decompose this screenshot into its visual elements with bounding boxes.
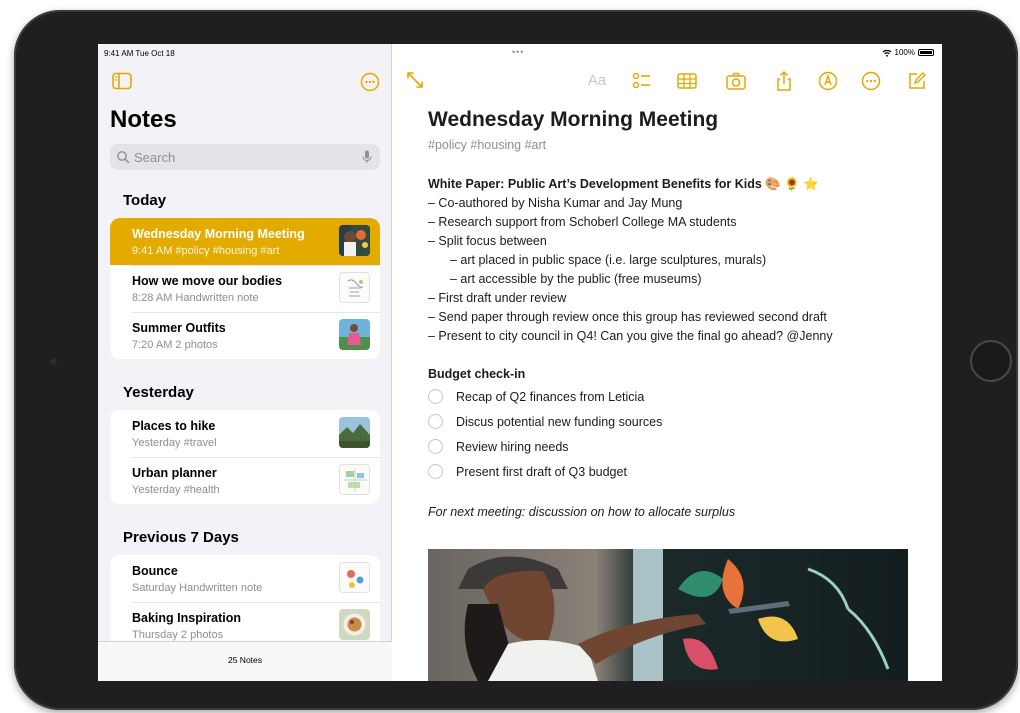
notes-sidebar: Notes Search Today Wednesday Morning Mee… — [98, 44, 392, 681]
note-row-subtitle: Thursday 2 photos — [132, 629, 224, 641]
more-icon[interactable] — [860, 70, 882, 92]
search-placeholder: Search — [134, 150, 176, 165]
note-row-subtitle: Saturday Handwritten note — [132, 582, 263, 594]
status-time: 9:41 AM Tue Oct 18 — [104, 49, 175, 58]
note-row-wednesday-meeting[interactable]: Wednesday Morning Meeting 9:41 AM #polic… — [110, 218, 380, 265]
note-thumbnail-landscape — [339, 417, 370, 448]
checklist-item[interactable]: Recap of Q2 finances from Leticia — [456, 390, 644, 404]
markup-icon[interactable] — [817, 70, 839, 92]
section-heading-previous-7-days: Previous 7 Days — [123, 529, 239, 546]
home-button[interactable] — [970, 340, 1012, 382]
share-icon[interactable] — [773, 70, 795, 92]
checklist-item[interactable]: Review hiring needs — [456, 440, 569, 454]
note-title[interactable]: Wednesday Morning Meeting — [428, 108, 718, 132]
compose-icon[interactable] — [906, 70, 928, 92]
note-row-title: Wednesday Morning Meeting — [132, 227, 305, 241]
checklist-item[interactable]: Discus potential new funding sources — [456, 415, 662, 429]
format-icon[interactable]: Aa — [586, 70, 608, 92]
section-heading-yesterday: Yesterday — [123, 384, 194, 401]
note-thumbnail-outfit — [339, 319, 370, 350]
checklist-item[interactable]: Present first draft of Q3 budget — [456, 465, 627, 479]
checklist-checkbox[interactable] — [428, 464, 443, 479]
search-icon — [117, 151, 130, 164]
section-heading-today: Today — [123, 192, 167, 209]
note-editor: Aa Wednesday Morning Meeting #policy #ho… — [392, 44, 942, 681]
note-row-title: Places to hike — [132, 419, 216, 433]
note-thumbnail-mural — [339, 225, 370, 256]
note-row-places-to-hike[interactable]: Places to hike Yesterday #travel — [110, 410, 380, 457]
note-row-subtitle: 7:20 AM 2 photos — [132, 339, 218, 351]
note-line[interactable]: – Present to city council in Q4! Can you… — [428, 329, 833, 343]
note-thumbnail-food — [339, 609, 370, 640]
checklist-icon[interactable] — [631, 70, 653, 92]
note-photo-mural-artist[interactable] — [428, 549, 908, 681]
note-thumbnail-sketch — [339, 272, 370, 303]
sidebar-title: Notes — [110, 106, 177, 133]
note-tags[interactable]: #policy #housing #art — [428, 138, 546, 152]
checklist-checkbox[interactable] — [428, 389, 443, 404]
note-row-urban-planner[interactable]: Urban planner Yesterday #health — [110, 457, 380, 504]
note-row-title: Summer Outfits — [132, 321, 226, 335]
group-yesterday: Places to hike Yesterday #travel Urban p… — [110, 410, 380, 504]
note-line-indented[interactable]: – art placed in public space (i.e. large… — [450, 253, 766, 267]
note-row-summer-outfits[interactable]: Summer Outfits 7:20 AM 2 photos — [110, 312, 380, 359]
note-line[interactable]: – Research support from Schoberl College… — [428, 215, 737, 229]
note-row-subtitle: Yesterday #travel — [132, 437, 217, 449]
next-meeting-note[interactable]: For next meeting: discussion on how to a… — [428, 505, 735, 519]
note-line[interactable]: – Co-authored by Nisha Kumar and Jay Mun… — [428, 196, 682, 210]
camera-icon[interactable] — [725, 70, 747, 92]
search-input[interactable]: Search — [110, 144, 380, 170]
group-today: Wednesday Morning Meeting 9:41 AM #polic… — [110, 218, 380, 359]
note-row-subtitle: Yesterday #health — [132, 484, 220, 496]
note-row-title: How we move our bodies — [132, 274, 283, 288]
note-line[interactable]: White Paper: Public Art’s Development Be… — [428, 177, 819, 192]
note-line[interactable]: – Send paper through review once this gr… — [428, 310, 827, 324]
note-thumbnail-map-sketch — [339, 464, 370, 495]
note-row-bounce[interactable]: Bounce Saturday Handwritten note — [110, 555, 380, 602]
note-count: 25 Notes — [227, 655, 263, 665]
note-row-title: Baking Inspiration — [132, 611, 242, 625]
sidebar-toggle-icon[interactable] — [112, 72, 132, 90]
checklist-checkbox[interactable] — [428, 439, 443, 454]
table-icon[interactable] — [676, 70, 698, 92]
group-previous-7-days: Bounce Saturday Handwritten note Baking … — [110, 555, 380, 649]
note-thumbnail-drawing — [339, 562, 370, 593]
front-camera — [50, 358, 57, 365]
note-row-move-bodies[interactable]: How we move our bodies 8:28 AM Handwritt… — [110, 265, 380, 312]
sidebar-footer: 25 Notes — [98, 641, 392, 681]
checklist-checkbox[interactable] — [428, 414, 443, 429]
screen: Notes Search Today Wednesday Morning Mee… — [98, 44, 942, 681]
microphone-icon[interactable] — [362, 150, 372, 164]
expand-icon[interactable] — [404, 70, 426, 92]
note-line[interactable]: – Split focus between — [428, 234, 547, 248]
note-line[interactable]: – First draft under review — [428, 291, 566, 305]
note-row-title: Urban planner — [132, 466, 217, 480]
sidebar-more-icon[interactable] — [360, 72, 380, 92]
budget-heading[interactable]: Budget check-in — [428, 367, 525, 381]
note-row-subtitle: 9:41 AM #policy #housing #art — [132, 245, 280, 257]
note-row-subtitle: 8:28 AM Handwritten note — [132, 292, 259, 304]
note-line-indented[interactable]: – art accessible by the public (free mus… — [450, 272, 702, 286]
note-row-title: Bounce — [132, 564, 178, 578]
